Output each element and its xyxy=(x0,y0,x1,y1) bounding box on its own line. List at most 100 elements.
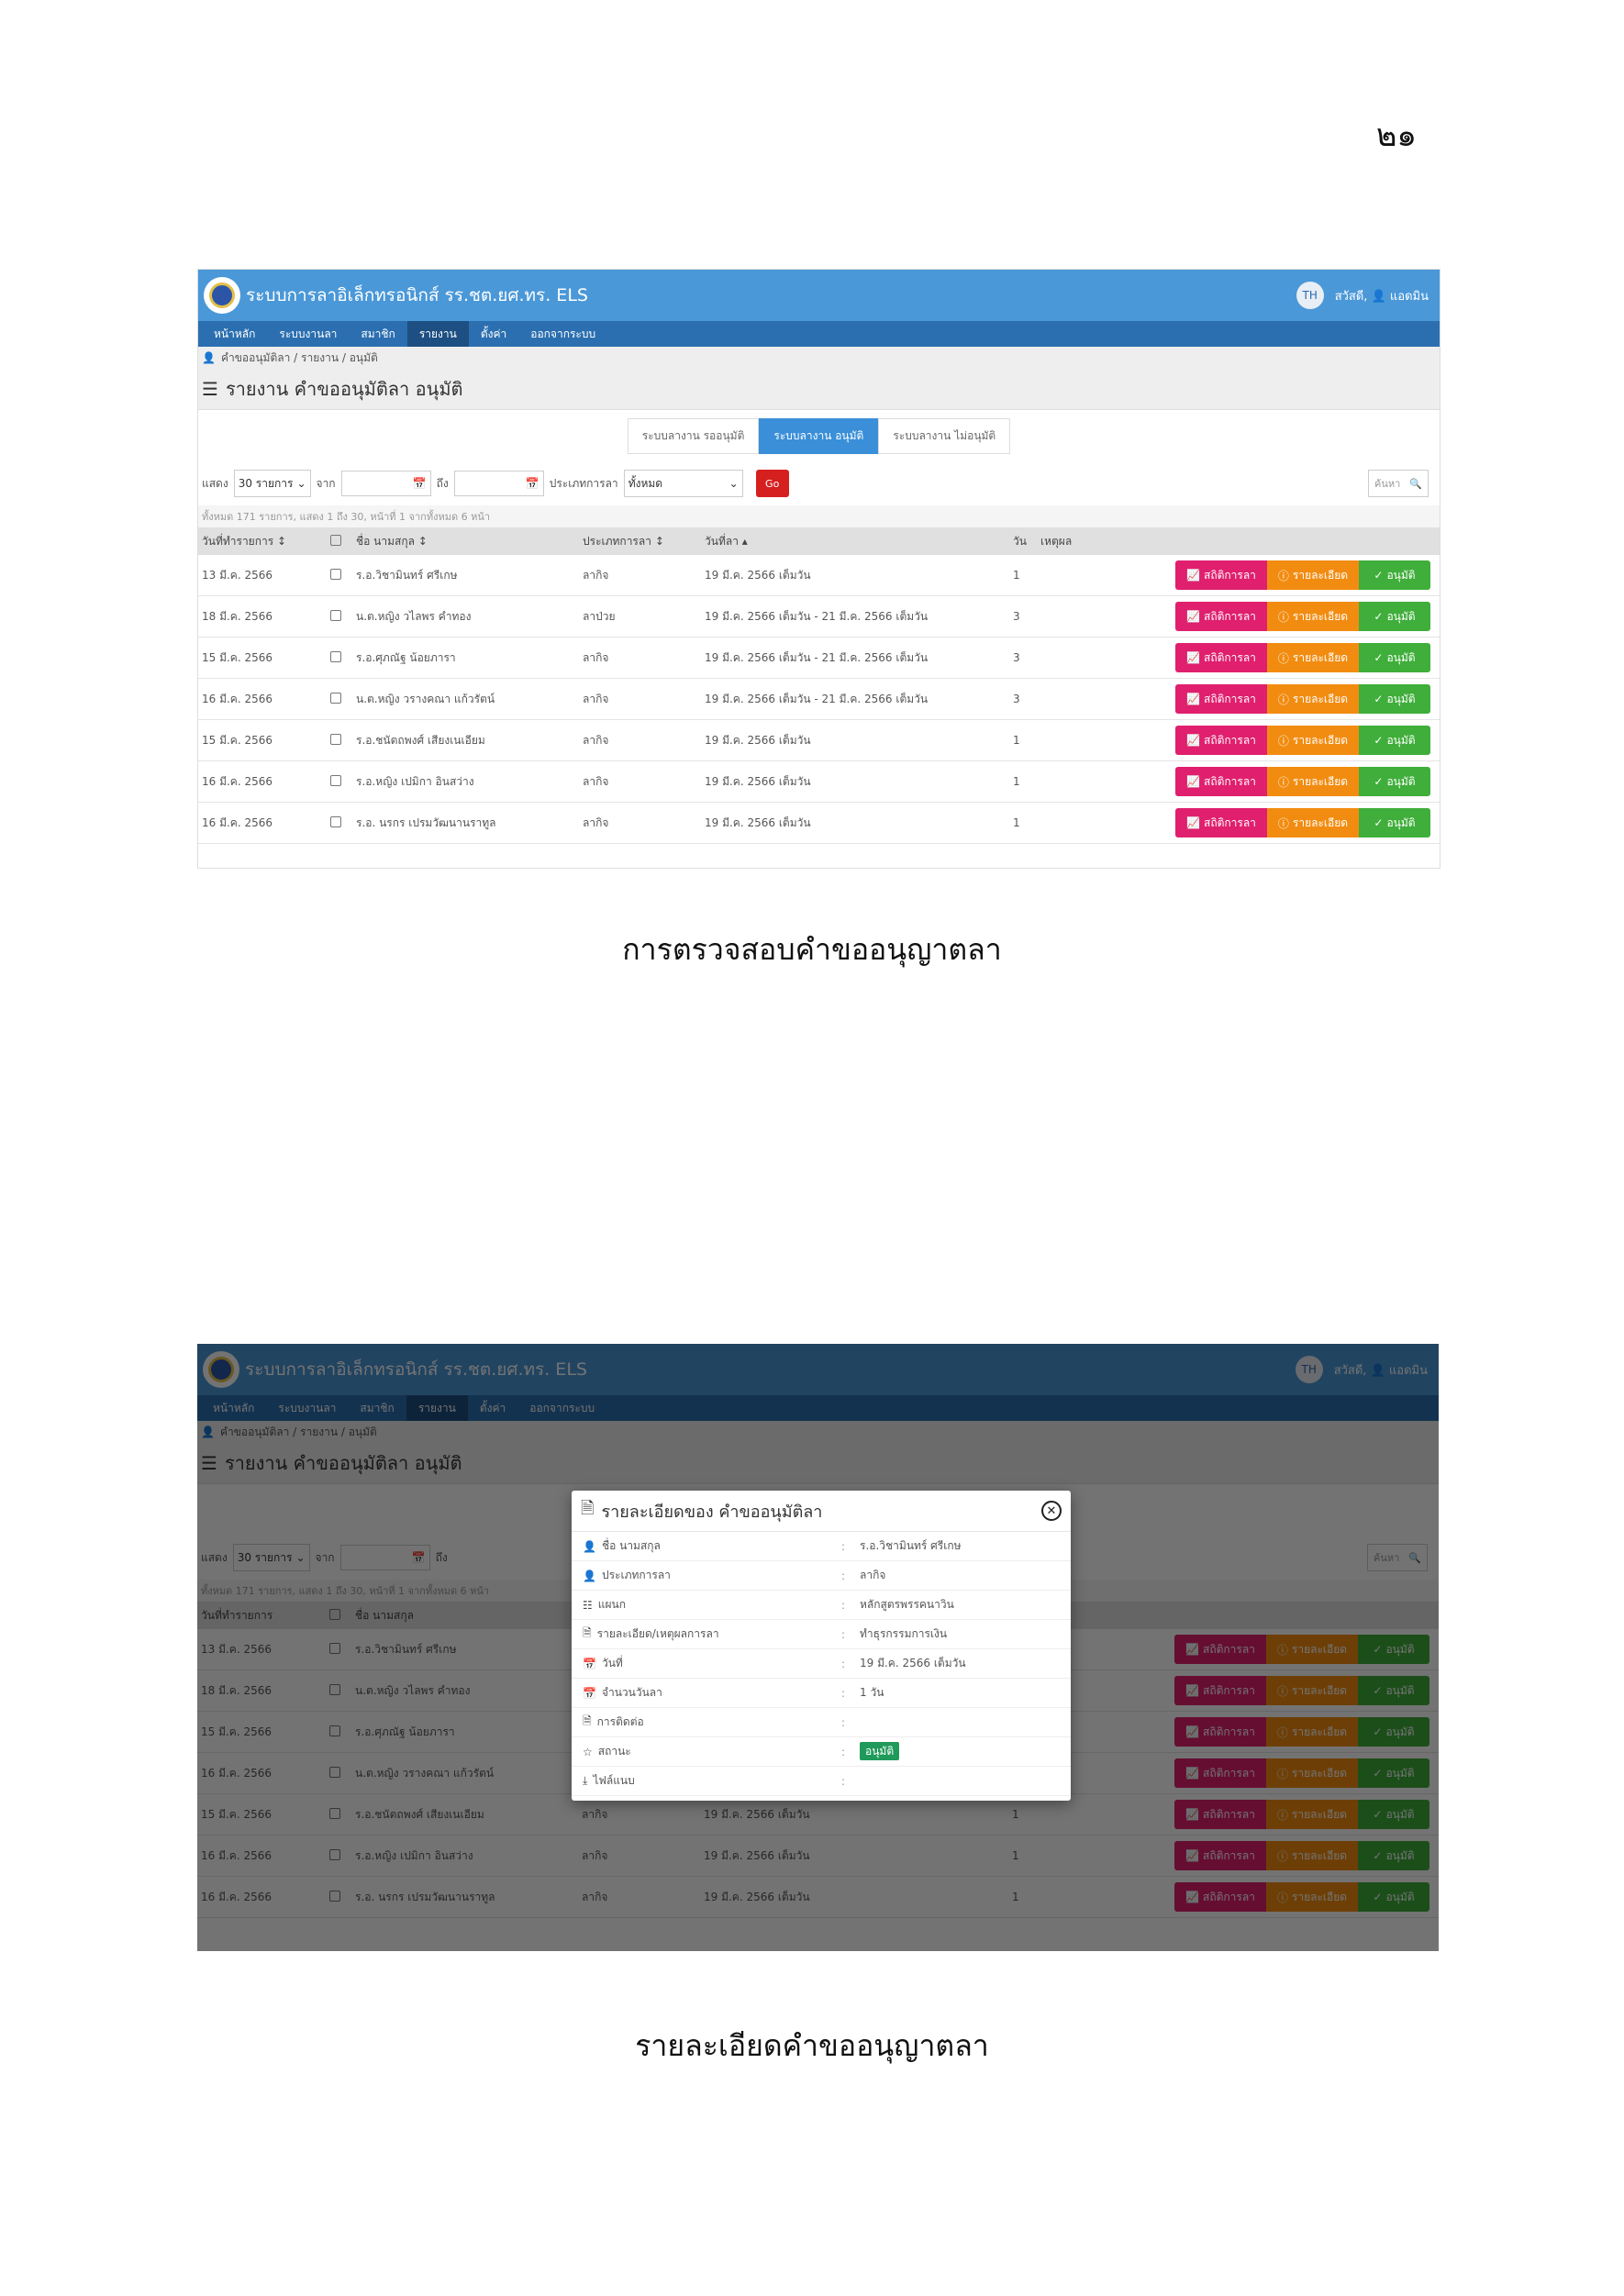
stat-button[interactable]: 📈 สถิติการลา xyxy=(1175,643,1267,672)
col-type[interactable]: ประเภทการลา ↕ xyxy=(583,533,705,550)
main-nav: หน้าหลักระบบงานลาสมาชิกรายงานตั้งค่าออกจ… xyxy=(198,321,1440,347)
table-row: 16 มี.ค. 2566 ร.อ.หญิง เปมิกา อินสว่าง ลาก… xyxy=(198,761,1440,803)
detail-button-label: รายละเอียด xyxy=(1292,568,1349,582)
detail-row: ⤓ ไฟล์แนบ: xyxy=(572,1767,1071,1796)
status-tab[interactable]: ระบบลางาน ไม่อนุมัติ xyxy=(878,417,1011,454)
approve-button[interactable]: ✓อนุมัติ xyxy=(1359,767,1430,796)
leave-type-select[interactable]: ทั้งหมด ⌄ xyxy=(623,470,743,497)
detail-button[interactable]: ⓘรายละเอียด xyxy=(1267,684,1359,714)
sitemap-icon: ☷ xyxy=(583,1598,593,1612)
detail-label-text: การติดต่อ xyxy=(596,1715,644,1728)
approve-button-label: อนุมัติ xyxy=(1386,692,1416,705)
nav-item[interactable]: รายงาน xyxy=(406,321,469,347)
user-greeting[interactable]: สวัสดี, 👤 แอดมิน xyxy=(1335,286,1429,305)
detail-button[interactable]: ⓘรายละเอียด xyxy=(1267,643,1359,672)
stat-button-label: สถิติการลา xyxy=(1204,692,1256,705)
cell-name: ร.อ. นรกร เปรมวัฒนานราทูล xyxy=(356,815,496,829)
nav-item[interactable]: หน้าหลัก xyxy=(202,321,267,347)
stat-button[interactable]: 📈 สถิติการลา xyxy=(1175,560,1267,590)
close-icon[interactable]: ✕ xyxy=(1041,1501,1062,1521)
col-leave-date[interactable]: วันที่ลา ▴ xyxy=(705,533,1013,550)
stat-button[interactable]: 📈 สถิติการลา xyxy=(1175,767,1267,796)
row-actions: 📈สถิติการลาⓘรายละเอียด✓อนุมัติ xyxy=(1175,726,1430,755)
detail-label: ☆ สถานะ xyxy=(583,1743,841,1760)
user-icon: 👤 xyxy=(583,1569,596,1582)
language-badge[interactable]: TH xyxy=(1296,282,1324,309)
page-size-select[interactable]: 30 รายการ⌄ xyxy=(233,470,311,497)
stat-button[interactable]: 📈 สถิติการลา xyxy=(1175,602,1267,631)
row-checkbox[interactable] xyxy=(330,733,356,748)
select-all-checkbox[interactable] xyxy=(330,534,356,549)
app-header: ระบบการลาอิเล็กทรอนิกส์ รร.ชต.ยศ.ทร. ELS… xyxy=(198,270,1440,321)
nav-item[interactable]: ระบบงานลา xyxy=(267,321,349,347)
cell-date: 15 มี.ค. 2566 xyxy=(202,733,273,747)
col-name[interactable]: ชื่อ นามสกุล ↕ xyxy=(356,533,583,550)
to-date-input[interactable]: 📅 xyxy=(453,471,544,496)
row-checkbox[interactable] xyxy=(330,774,356,789)
status-tab[interactable]: ระบบลางาน รออนุมัติ xyxy=(627,417,760,454)
approve-button[interactable]: ✓อนุมัติ xyxy=(1359,560,1430,590)
cell-leave-date: 19 มี.ค. 2566 เต็มวัน xyxy=(705,815,811,829)
detail-label: 👤 ประเภทการลา xyxy=(583,1567,841,1584)
info-icon: ⓘ xyxy=(1277,775,1289,789)
detail-button[interactable]: ⓘรายละเอียด xyxy=(1267,560,1359,590)
check-icon: ✓ xyxy=(1374,775,1384,788)
approve-button[interactable]: ✓อนุมัติ xyxy=(1359,808,1430,837)
row-actions: 📈สถิติการลาⓘรายละเอียด✓อนุมัติ xyxy=(1175,560,1430,590)
search-input[interactable]: ค้นหา 🔍 xyxy=(1368,470,1429,497)
status-tab[interactable]: ระบบลางาน อนุมัติ xyxy=(759,417,879,454)
row-checkbox[interactable] xyxy=(330,609,356,624)
approve-button[interactable]: ✓อนุมัติ xyxy=(1359,643,1430,672)
detail-value: ร.อ.วิชามินทร์ ศรีเกษ xyxy=(860,1539,962,1552)
check-icon: ✓ xyxy=(1374,610,1384,623)
detail-row: 👤 ประเภทการลา: ลากิจ xyxy=(572,1561,1071,1591)
cell-days: 3 xyxy=(1013,610,1020,623)
user-icon: 👤 xyxy=(202,351,216,364)
cell-days: 3 xyxy=(1013,651,1020,664)
cell-date: 15 มี.ค. 2566 xyxy=(202,650,273,664)
cell-date: 16 มี.ค. 2566 xyxy=(202,774,273,788)
table-row: 16 มี.ค. 2566 น.ต.หญิง วรางคณา แก้วรัตน์ ล… xyxy=(198,679,1440,720)
col-days: วัน xyxy=(1013,534,1027,548)
chevron-down-icon: ⌄ xyxy=(729,477,739,490)
download-icon: ⤓ xyxy=(583,1774,588,1787)
approve-button-label: อนุมัติ xyxy=(1386,774,1416,788)
nav-item[interactable]: สมาชิก xyxy=(349,321,406,347)
stat-button[interactable]: 📈 สถิติการลา xyxy=(1175,808,1267,837)
modal-title: รายละเอียดของ คำขออนุมัติลา xyxy=(601,1502,823,1522)
go-button[interactable]: Go xyxy=(755,470,789,497)
detail-button[interactable]: ⓘรายละเอียด xyxy=(1267,767,1359,796)
nav-item[interactable]: ตั้งค่า xyxy=(469,321,518,347)
stat-button[interactable]: 📈 สถิติการลา xyxy=(1175,684,1267,714)
cell-type: ลากิจ xyxy=(583,774,609,788)
from-date-input[interactable]: 📅 xyxy=(340,471,431,496)
row-checkbox[interactable] xyxy=(330,692,356,706)
row-checkbox[interactable] xyxy=(330,650,356,665)
info-icon: ⓘ xyxy=(1277,816,1289,830)
col-date[interactable]: วันที่ทำรายการ ↕ xyxy=(198,533,330,550)
modal-body: 👤 ชื่อ นามสกุล: ร.อ.วิชามินทร์ ศรีเกษ 👤 ประเ… xyxy=(572,1532,1071,1796)
detail-colon: : xyxy=(841,1745,846,1758)
detail-button[interactable]: ⓘรายละเอียด xyxy=(1267,808,1359,837)
row-checkbox[interactable] xyxy=(330,568,356,582)
sort-icon: ↕ xyxy=(277,534,287,548)
detail-value: ทำธุรกรรมการเงิน xyxy=(860,1627,948,1640)
detail-row: ☆ สถานะ: อนุมัติ xyxy=(572,1737,1071,1767)
detail-button[interactable]: ⓘรายละเอียด xyxy=(1267,726,1359,755)
approve-button[interactable]: ✓อนุมัติ xyxy=(1359,602,1430,631)
chart-icon: 📈 xyxy=(1186,610,1200,623)
stat-button[interactable]: 📈 สถิติการลา xyxy=(1175,726,1267,755)
detail-button[interactable]: ⓘรายละเอียด xyxy=(1267,602,1359,631)
approve-button[interactable]: ✓อนุมัติ xyxy=(1359,726,1430,755)
check-icon: ✓ xyxy=(1374,569,1384,582)
nav-item[interactable]: ออกจากระบบ xyxy=(518,321,607,347)
detail-row: 🗎 การติดต่อ: xyxy=(572,1708,1071,1737)
screenshot-leave-detail: ระบบการลาอิเล็กทรอนิกส์ รร.ชต.ยศ.ทร. ELS… xyxy=(197,1344,1439,1951)
detail-label: 📅 จำนวนวันลา xyxy=(583,1684,841,1702)
approve-button[interactable]: ✓อนุมัติ xyxy=(1359,684,1430,714)
leave-detail-modal: 🗎 รายละเอียดของ คำขออนุมัติลา ✕ 👤 ชื่อ นา… xyxy=(572,1491,1071,1801)
caption-leave-detail: รายละเอียดคำขออนุญาตลา xyxy=(635,2028,989,2063)
row-checkbox[interactable] xyxy=(330,815,356,830)
cell-date: 18 มี.ค. 2566 xyxy=(202,609,273,623)
cell-leave-date: 19 มี.ค. 2566 เต็มวัน - 21 มี.ค. 2566 เต… xyxy=(705,650,929,664)
